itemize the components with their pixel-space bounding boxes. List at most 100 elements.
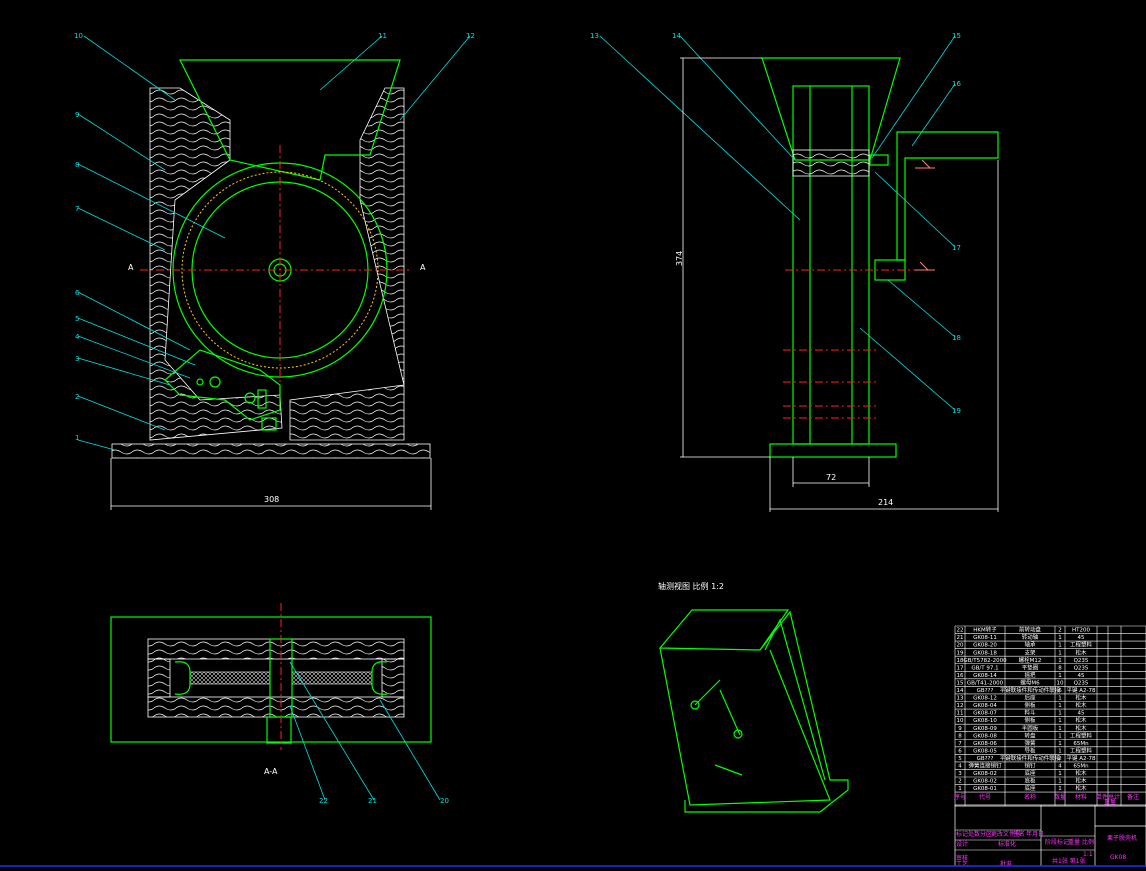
bom-header-cell: 数量 <box>1054 793 1066 801</box>
bom-cell-qty: 1 <box>1058 711 1062 717</box>
bom-cell-code: HKM转子 <box>973 626 997 634</box>
bom-cell-material: Q235 <box>1074 658 1089 664</box>
svg-text:10: 10 <box>74 32 83 40</box>
bom-cell-qty: 1 <box>1058 733 1062 739</box>
bom-cell-material: 65Mn <box>1073 741 1089 747</box>
bom-cell-name: 料斗 <box>1024 709 1036 717</box>
bom-cell-no: 12 <box>957 703 964 709</box>
svg-text:12: 12 <box>466 32 475 40</box>
bom-cell-name: 平键联接件和传动件联接 <box>1000 754 1061 762</box>
bom-cell-name: 底板 <box>1024 777 1036 785</box>
bom-cell-code: GK08-05 <box>973 748 997 754</box>
bom-header-cell: 代号 <box>979 793 991 801</box>
bom-header-cell: 序号 <box>954 793 966 801</box>
bom-cell-material: 松木 <box>1075 648 1087 656</box>
bom-cell-material: 松木 <box>1075 701 1087 709</box>
svg-text:批准: 批准 <box>1000 860 1012 868</box>
bom-cell-name: 前转动盘 <box>1019 626 1042 634</box>
bom-cell-qty: 4 <box>1058 764 1062 770</box>
svg-text:214: 214 <box>878 498 893 507</box>
bom-cell-qty: 1 <box>1058 741 1062 747</box>
bom-cell-qty: 1 <box>1058 718 1062 724</box>
svg-text:18: 18 <box>952 334 961 342</box>
bom-cell-name: 螺母M6 <box>1020 678 1040 686</box>
bom-cell-name: 侧板 <box>1024 716 1036 724</box>
svg-text:374: 374 <box>675 251 684 266</box>
svg-text:11: 11 <box>378 32 387 40</box>
bom-header-cell: 备注 <box>1127 793 1139 801</box>
svg-text:14: 14 <box>672 32 681 40</box>
bom-cell-no: 7 <box>958 741 962 747</box>
bom-cell-qty: 1 <box>1058 779 1062 785</box>
bom-cell-code: GK08-06 <box>973 741 997 747</box>
bom-cell-material: 工程塑料 <box>1070 641 1093 649</box>
bom-cell-code: GK08-20 <box>973 643 997 649</box>
bom-cell-qty: 1 <box>1058 771 1062 777</box>
bom-cell-no: 11 <box>957 711 964 717</box>
bom-cell-qty: 2 <box>1058 756 1062 762</box>
bom-cell-name: 半圆板 <box>1022 724 1039 732</box>
bom-cell-name: 螺栓M12 <box>1019 656 1042 664</box>
bom-cell-no: 4 <box>958 764 962 770</box>
bom-cell-name: 轴承 <box>1024 641 1036 649</box>
bom-cell-name: 导板 <box>1024 746 1036 754</box>
bom-cell-qty: 2 <box>1058 628 1062 634</box>
bom-cell-code: GB??? <box>977 688 994 694</box>
svg-text:A: A <box>420 263 426 272</box>
front-view: 10 11 12 9 8 7 6 5 4 3 2 1 A A 308 <box>74 32 475 510</box>
bom-cell-no: 21 <box>957 635 964 641</box>
bom-cell-code: GK08-12 <box>973 696 997 702</box>
bom-cell-no: 17 <box>957 665 964 671</box>
svg-text:7: 7 <box>75 205 79 213</box>
svg-text:重量: 重量 <box>1068 838 1080 846</box>
bom-cell-no: 2 <box>958 779 962 785</box>
bom-cell-material: 松木 <box>1075 769 1087 777</box>
bom-cell-material: 45 <box>1078 711 1085 717</box>
bom-cell-qty: 1 <box>1058 696 1062 702</box>
bom-cell-name: 销钉 <box>1024 762 1036 770</box>
bom-cell-no: 5 <box>958 756 962 762</box>
bom-cell-no: 10 <box>957 718 964 724</box>
bom-cell-code: GK08-08 <box>973 733 997 739</box>
svg-text:9: 9 <box>75 111 79 119</box>
bom-cell-no: 13 <box>957 696 964 702</box>
bom-cell-qty: 1 <box>1058 786 1062 792</box>
bom-cell-qty: 1 <box>1058 635 1062 641</box>
width-dimension: 308 <box>264 495 279 504</box>
bom-cell-material: 松木 <box>1075 694 1087 702</box>
side-view: 13 14 15 16 17 18 19 374 72 214 <box>590 32 999 512</box>
bom-cell-material: 平键 A2-78 <box>1067 686 1096 694</box>
svg-text:签名: 签名 <box>1013 830 1025 838</box>
bom-cell-material: Q235 <box>1074 665 1089 671</box>
svg-text:工艺: 工艺 <box>956 860 968 868</box>
bom-cell-material: 松木 <box>1075 777 1087 785</box>
crank-handle <box>896 131 999 261</box>
bom-cell-code: GK08-02 <box>973 771 997 777</box>
bom-cell-material: 65Mn <box>1073 764 1089 770</box>
svg-text:5: 5 <box>75 315 79 323</box>
bom-cell-qty: 8 <box>1058 665 1062 671</box>
iso-title: 轴测视图 比例 1:2 <box>658 581 724 591</box>
svg-text:阶段标记: 阶段标记 <box>1045 838 1069 846</box>
svg-text:比例: 比例 <box>1082 838 1094 846</box>
title-block: 标记 处数 分区 更改文件号 签名 年月日 设计 标准化 审核 工艺 批准 阶段… <box>954 804 1146 868</box>
svg-text:处数: 处数 <box>968 830 980 838</box>
svg-text:21: 21 <box>368 797 377 805</box>
svg-text:年月日: 年月日 <box>1026 830 1044 838</box>
bom-cell-name: 底座 <box>1024 784 1036 792</box>
bom-cell-code: GK08-14 <box>973 673 997 679</box>
svg-text:标记: 标记 <box>956 830 968 838</box>
bom-cell-material: 工程塑料 <box>1070 731 1093 739</box>
bom-cell-code: GK08-11 <box>973 635 997 641</box>
bom-header-cell: 名称 <box>1024 793 1036 801</box>
bom-cell-material: 45 <box>1078 673 1085 679</box>
bom-cell-material: HT200 <box>1072 628 1090 634</box>
bom-cell-no: 16 <box>957 673 964 679</box>
svg-text:16: 16 <box>952 80 961 88</box>
bom-cell-qty: 1 <box>1058 673 1062 679</box>
bom-cell-code: 弹簧连接销钉 <box>968 762 1002 770</box>
bom-cell-qty: 1 <box>1058 643 1062 649</box>
drawing-number: GK08 <box>1110 854 1126 861</box>
base-plate <box>111 443 431 459</box>
bom-cell-code: GB/T 97.1 <box>971 665 998 671</box>
